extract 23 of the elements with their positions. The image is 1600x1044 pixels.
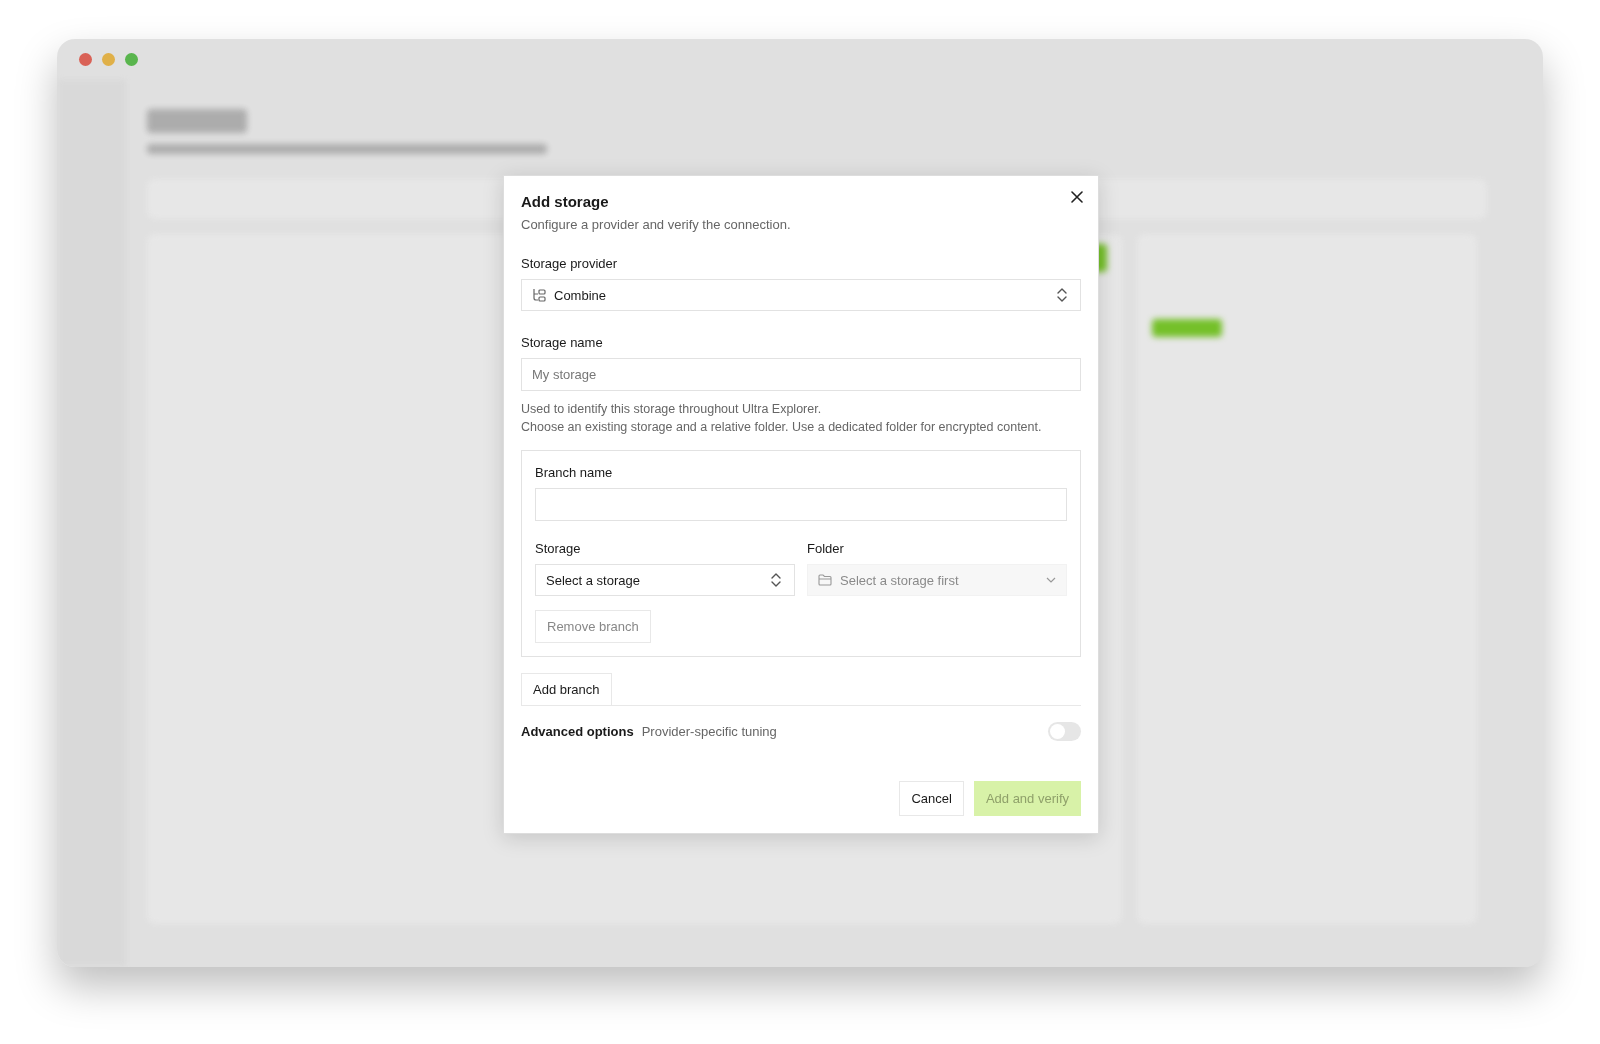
dialog-subtitle: Configure a provider and verify the connection.	[521, 217, 792, 232]
add-branch-button[interactable]: Add branch	[521, 673, 612, 705]
storage-select[interactable]: Select a storage	[535, 564, 795, 596]
dialog-title: Add storage	[521, 192, 609, 210]
field-label: Storage name	[521, 335, 604, 350]
provider-select[interactable]: Combine	[521, 279, 1081, 311]
chevron-down-icon	[1046, 577, 1056, 583]
folder-icon	[818, 574, 832, 586]
branches-icon	[532, 288, 546, 302]
close-icon	[1071, 191, 1083, 203]
branch-name-field[interactable]	[535, 488, 1067, 521]
field-label: Branch name	[535, 465, 614, 480]
field-label: Storage	[535, 541, 582, 556]
hint-text: Provider-specific tuning	[641, 724, 777, 739]
toggle-switch[interactable]	[1048, 722, 1081, 741]
close-button[interactable]	[1069, 189, 1085, 205]
cancel-button[interactable]: Cancel	[899, 781, 964, 816]
section-label: Advanced options	[521, 724, 634, 739]
help-text: Choose an existing storage and a relative folder. Use a dedicated folder for encrypted content.	[521, 419, 1043, 436]
help-text: Used to identify this storage throughout Ultra Explorer.	[521, 401, 823, 418]
field-label: Folder	[807, 541, 845, 556]
storage-name-field[interactable]: My storage	[521, 358, 1081, 391]
field-label: Storage provider	[521, 256, 619, 271]
